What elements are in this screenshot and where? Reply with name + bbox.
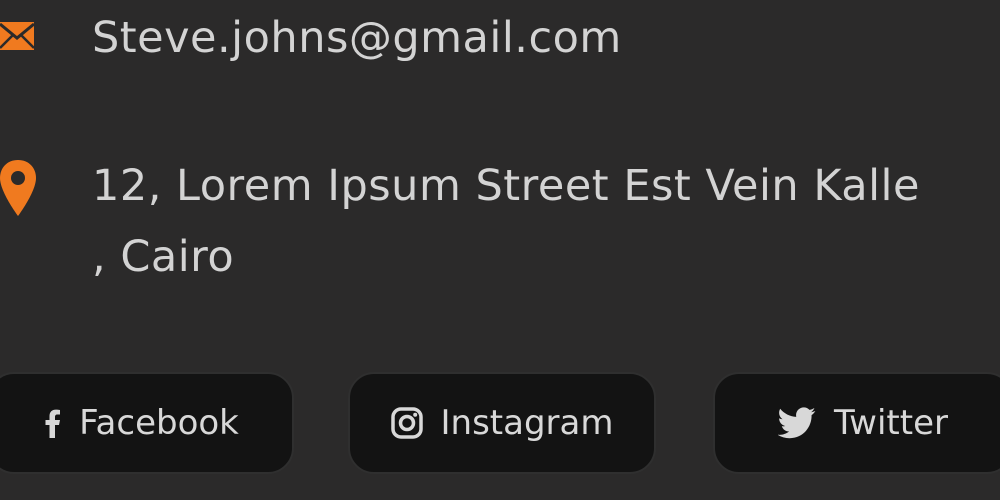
instagram-icon	[390, 407, 423, 439]
twitter-icon	[778, 407, 816, 439]
facebook-label: Facebook	[79, 403, 239, 443]
envelope-icon	[0, 22, 35, 50]
facebook-button[interactable]: Facebook	[0, 372, 294, 474]
instagram-label: Instagram	[440, 403, 614, 443]
email-row: Steve.johns@gmail.com	[0, 0, 1000, 80]
instagram-button[interactable]: Instagram	[348, 372, 656, 474]
location-pin-icon	[0, 160, 36, 216]
address-line-2: , Cairo	[92, 232, 235, 282]
twitter-button[interactable]: Twitter	[713, 372, 1000, 474]
contact-section: Steve.johns@gmail.com 12, Lorem Ipsum St…	[0, 0, 1000, 500]
twitter-label: Twitter	[834, 403, 948, 443]
facebook-icon	[45, 409, 61, 438]
address-line-1: 12, Lorem Ipsum Street Est Vein Kalle	[92, 161, 920, 211]
email-text[interactable]: Steve.johns@gmail.com	[92, 2, 622, 74]
address-row: 12, Lorem Ipsum Street Est Vein Kalle , …	[0, 150, 1000, 300]
